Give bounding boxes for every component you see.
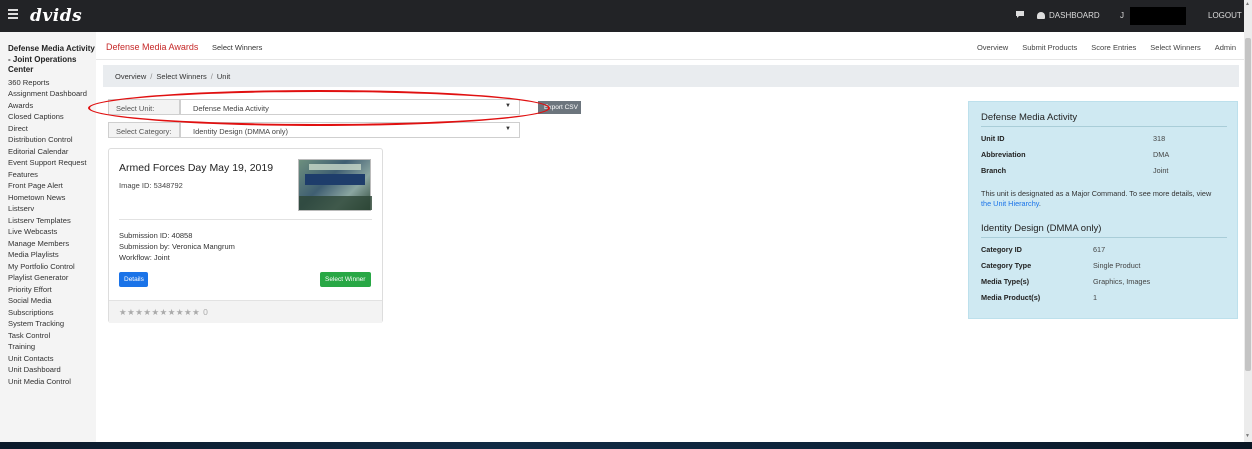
- menu-icon[interactable]: [8, 9, 18, 21]
- chevron-down-icon: ▼: [505, 103, 511, 109]
- submission-thumbnail[interactable]: [298, 159, 372, 211]
- breadcrumb-overview[interactable]: Overview: [115, 72, 146, 81]
- sidebar-item-closed-captions[interactable]: Closed Captions: [8, 111, 96, 123]
- category-type-value: Single Product: [1093, 261, 1141, 270]
- user-name[interactable]: J: [1120, 11, 1124, 20]
- sidebar-item-training[interactable]: Training: [8, 341, 96, 353]
- top-navbar: dvids DASHBOARD J LOGOUT: [0, 0, 1252, 32]
- star-icons: ★★★★★★★★★★: [119, 307, 201, 317]
- dvids-logo[interactable]: dvids: [30, 6, 82, 26]
- unit-id-value: 318: [1153, 134, 1166, 143]
- category-heading: Identity Design (DMMA only): [981, 223, 1102, 234]
- category-id-value: 617: [1093, 245, 1106, 254]
- branch-value: Joint: [1153, 166, 1169, 175]
- workflow: Workflow: Joint: [119, 253, 170, 262]
- nav-overview[interactable]: Overview: [977, 43, 1008, 52]
- media-types-value: Graphics, Images: [1093, 277, 1151, 286]
- chat-icon[interactable]: [1015, 10, 1025, 19]
- image-id: Image ID: 5348792: [119, 181, 183, 190]
- page-title[interactable]: Defense Media Awards: [106, 42, 198, 52]
- palette-icon: [1037, 12, 1045, 19]
- star-rating[interactable]: ★★★★★★★★★★ 0: [119, 307, 208, 318]
- unit-hierarchy-link[interactable]: the Unit Hierarchy: [981, 199, 1039, 208]
- page-subtitle: Select Winners: [212, 43, 263, 52]
- sidebar-item-unit-contacts[interactable]: Unit Contacts: [8, 353, 96, 365]
- score-count: 0: [203, 307, 209, 317]
- sidebar-item-manage-members[interactable]: Manage Members: [8, 238, 96, 250]
- category-id-label: Category ID: [981, 245, 1022, 254]
- sidebar-item-media-playlists[interactable]: Media Playlists: [8, 249, 96, 261]
- scroll-down-icon[interactable]: ▼: [1245, 433, 1250, 439]
- chevron-down-icon: ▼: [505, 126, 511, 132]
- sidebar-item-hometown-news[interactable]: Hometown News: [8, 192, 96, 204]
- sidebar-item-editorial-calendar[interactable]: Editorial Calendar: [8, 146, 96, 158]
- sidebar-item-distribution-control[interactable]: Distribution Control: [8, 134, 96, 146]
- breadcrumb-unit: Unit: [216, 72, 231, 81]
- sidebar: Defense Media Activity - Joint Operation…: [0, 32, 96, 442]
- sidebar-item-listserv[interactable]: Listserv: [8, 203, 96, 215]
- nav-select-winners[interactable]: Select Winners: [1150, 43, 1200, 52]
- unit-select[interactable]: Defense Media Activity ▼: [180, 99, 520, 115]
- sidebar-item-unit-media-control[interactable]: Unit Media Control: [8, 376, 96, 388]
- sidebar-item-system-tracking[interactable]: System Tracking: [8, 318, 96, 330]
- scroll-up-icon[interactable]: ▲: [1245, 1, 1250, 7]
- unit-heading: Defense Media Activity: [981, 112, 1078, 123]
- nav-admin[interactable]: Admin: [1215, 43, 1236, 52]
- os-taskbar: [0, 442, 1252, 449]
- details-button[interactable]: Details: [119, 272, 148, 287]
- sidebar-item-subscriptions[interactable]: Subscriptions: [8, 307, 96, 319]
- submission-card: Armed Forces Day May 19, 2019 Image ID: …: [108, 148, 383, 323]
- export-csv-button[interactable]: Export CSV: [538, 101, 581, 114]
- sidebar-item-awards[interactable]: Awards: [8, 100, 96, 112]
- sidebar-item-360-reports[interactable]: 360 Reports: [8, 77, 96, 89]
- card-divider: [119, 219, 372, 220]
- submission-by: Submission by: Veronica Mangrum: [119, 242, 235, 251]
- breadcrumb-select-winners[interactable]: Select Winners: [156, 72, 206, 81]
- sidebar-item-my-portfolio-control[interactable]: My Portfolio Control: [8, 261, 96, 273]
- category-select[interactable]: Identity Design (DMMA only) ▼: [180, 122, 520, 138]
- page-header: Defense Media Awards Select Winners Over…: [96, 32, 1244, 60]
- redacted-username: [1130, 7, 1186, 25]
- abbreviation-label: Abbreviation: [981, 150, 1026, 159]
- sidebar-item-unit-dashboard[interactable]: Unit Dashboard: [8, 364, 96, 376]
- branch-label: Branch: [981, 166, 1007, 175]
- abbreviation-value: DMA: [1153, 150, 1170, 159]
- nav-submit-products[interactable]: Submit Products: [1022, 43, 1077, 52]
- logout-link[interactable]: LOGOUT: [1208, 11, 1242, 20]
- sidebar-item-task-control[interactable]: Task Control: [8, 330, 96, 342]
- submission-id: Submission ID: 40858: [119, 231, 193, 240]
- sidebar-item-front-page-alert[interactable]: Front Page Alert: [8, 180, 96, 192]
- select-winner-button[interactable]: Select Winner: [320, 272, 371, 287]
- dashboard-link[interactable]: DASHBOARD: [1037, 11, 1100, 20]
- submission-title[interactable]: Armed Forces Day May 19, 2019: [119, 162, 273, 174]
- sidebar-list: 360 Reports Assignment Dashboard Awards …: [8, 77, 96, 388]
- category-select-label: Select Category:: [108, 122, 180, 138]
- category-type-label: Category Type: [981, 261, 1032, 270]
- unit-id-label: Unit ID: [981, 134, 1005, 143]
- card-footer: ★★★★★★★★★★ 0: [109, 300, 382, 323]
- nav-score-entries[interactable]: Score Entries: [1091, 43, 1136, 52]
- scrollbar-thumb[interactable]: [1245, 38, 1251, 371]
- sidebar-item-assignment-dashboard[interactable]: Assignment Dashboard: [8, 88, 96, 100]
- sidebar-item-playlist-generator[interactable]: Playlist Generator: [8, 272, 96, 284]
- sidebar-item-social-media[interactable]: Social Media: [8, 295, 96, 307]
- breadcrumb: Overview / Select Winners / Unit: [103, 65, 1239, 87]
- info-panel: Defense Media Activity Unit ID 318 Abbre…: [968, 101, 1238, 319]
- sidebar-item-direct[interactable]: Direct: [8, 123, 96, 135]
- unit-note: This unit is designated as a Major Comma…: [981, 189, 1212, 208]
- sidebar-item-listserv-templates[interactable]: Listserv Templates: [8, 215, 96, 227]
- media-products-value: 1: [1093, 293, 1098, 302]
- media-types-label: Media Type(s): [981, 277, 1030, 286]
- sidebar-item-priority-effort[interactable]: Priority Effort: [8, 284, 96, 296]
- unit-select-label: Select Unit:: [108, 99, 180, 115]
- sidebar-title: Defense Media Activity - Joint Operation…: [8, 44, 95, 74]
- sidebar-item-features[interactable]: Features: [8, 169, 96, 181]
- sidebar-item-event-support-request[interactable]: Event Support Request: [8, 157, 96, 169]
- header-nav: Overview Submit Products Score Entries Sele…: [963, 43, 1236, 52]
- media-products-label: Media Product(s): [981, 293, 1041, 302]
- sidebar-item-live-webcasts[interactable]: Live Webcasts: [8, 226, 96, 238]
